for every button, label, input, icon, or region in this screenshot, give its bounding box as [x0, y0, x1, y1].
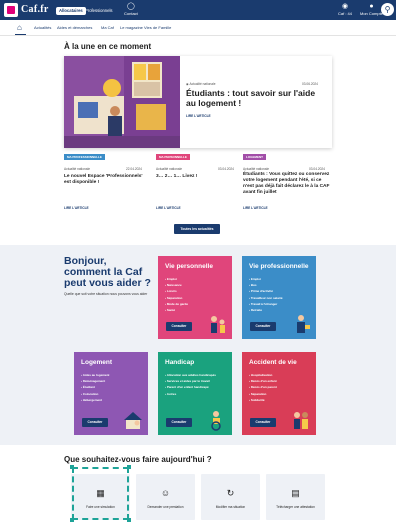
document-icon: ▤: [291, 488, 300, 498]
action-label: Modifier ma situation: [215, 505, 246, 509]
top-header: Caf.fr Allocataires Professionnels ◯ Con…: [0, 0, 396, 20]
card-tag: MA PROFESSIONNELLE: [64, 154, 105, 160]
tile-link[interactable]: Santé: [165, 307, 188, 313]
tile-vie-professionnelle[interactable]: Vie professionnelle Emploi Bus Prime d'a…: [242, 256, 316, 339]
refresh-icon: ↻: [226, 488, 235, 498]
featured-article[interactable]: ◉ Actualité nationale 03.06.2024 Étudian…: [64, 56, 332, 148]
news-card[interactable]: MA PERSONNELLE Actualité nationale 03.04…: [156, 154, 240, 214]
sub-navigation: ⌂ Actualités Aides et démarches Ma Caf L…: [0, 20, 396, 36]
tile-title: Vie personnelle: [165, 263, 213, 270]
tile-title: Handicap: [165, 359, 195, 366]
subnav-aides-demarches[interactable]: Aides et démarches: [57, 25, 92, 30]
news-card[interactable]: MA PROFESSIONNELLE Actualité nationale 2…: [64, 154, 148, 214]
card-meta: Actualité nationale: [156, 167, 183, 171]
tile-link[interactable]: Hébergement: [81, 397, 109, 403]
home-icon[interactable]: ⌂: [15, 23, 26, 35]
pin-icon: ◉: [186, 82, 189, 86]
focus-highlight: [72, 467, 129, 520]
tile-link[interactable]: Travailleur non salarié: [249, 295, 283, 301]
card-title[interactable]: 3… 2… 1… Livez !: [156, 174, 240, 180]
card-title[interactable]: Étudiants : Vous quittez ou conservez vo…: [243, 172, 332, 196]
featured-date: 03.06.2024: [302, 82, 318, 86]
person-icon: ☺: [160, 488, 171, 498]
tile-link[interactable]: Parent d'un enfant handicapé: [165, 384, 216, 390]
account-link[interactable]: ● Mon Compte: [360, 3, 383, 16]
consult-button[interactable]: Consulter: [166, 322, 192, 331]
contact-label: Contact: [124, 11, 138, 16]
consult-button[interactable]: Consulter: [82, 418, 108, 427]
chat-icon: ◯: [126, 3, 135, 10]
tile-title: Accident de vie: [249, 359, 297, 366]
profiles-subtext: Quelle que soit votre situation nous pou…: [64, 292, 148, 296]
card-date: 03.04.2024: [218, 167, 234, 171]
card-date: 03.04.2024: [309, 167, 325, 171]
subnav-magazine[interactable]: Le magazine Vies de Famille: [120, 25, 171, 30]
tile-link[interactable]: Décès d'un parent: [249, 384, 277, 390]
featured-title[interactable]: Étudiants : tout savoir sur l'aide au lo…: [186, 88, 326, 108]
brand-name[interactable]: Caf.fr: [21, 4, 49, 15]
focus-corner: [127, 518, 131, 522]
consult-button[interactable]: Consulter: [250, 322, 276, 331]
card-meta: Actualité nationale: [64, 167, 91, 171]
tile-logement[interactable]: Logement Aides au logement Déménagement …: [74, 352, 148, 435]
search-icon: ⚲: [384, 5, 391, 14]
tab-professionnels[interactable]: Professionnels: [82, 7, 115, 15]
couple-illustration: [294, 412, 308, 429]
family-illustration: [211, 316, 225, 333]
featured-meta-label: Actualité nationale: [189, 82, 216, 86]
subnav-ma-caf[interactable]: Ma Caf: [101, 25, 114, 30]
action-label: Télécharger une attestation: [276, 505, 315, 509]
tile-link[interactable]: Autres: [165, 391, 216, 397]
card-read-more[interactable]: LIRE L'ARTICLE: [243, 206, 268, 210]
caf-logo[interactable]: [4, 3, 18, 17]
tile-vie-personnelle[interactable]: Vie personnelle Emploi Naissance Loisirs…: [158, 256, 232, 339]
region-label: Caf : 44: [338, 11, 353, 16]
card-read-more[interactable]: LIRE L'ARTICLE: [156, 206, 181, 210]
action-prestation[interactable]: ☺ Demander une prestation: [136, 474, 195, 520]
tile-link[interactable]: Solidarité: [249, 397, 277, 403]
contact-link[interactable]: ◯ Contact: [124, 3, 138, 16]
account-label: Mon Compte: [360, 11, 383, 16]
action-label: Demander une prestation: [147, 505, 184, 509]
action-attestation[interactable]: ▤ Télécharger une attestation: [266, 474, 325, 520]
card-read-more[interactable]: LIRE L'ARTICLE: [64, 206, 89, 210]
wheelchair-illustration: [211, 411, 221, 431]
map-pin-icon: ◉: [341, 3, 349, 10]
card-tag: MA PERSONNELLE: [156, 154, 190, 160]
focus-corner: [127, 465, 131, 469]
news-card[interactable]: LOGEMENT Actualité nationale 03.04.2024 …: [243, 154, 332, 214]
today-heading: Que souhaitez-vous faire aujourd'hui ?: [64, 455, 212, 464]
une-heading: À la une en ce moment: [64, 42, 152, 51]
focus-corner: [70, 465, 74, 469]
tile-title: Vie professionnelle: [249, 263, 309, 270]
card-meta: Actualité nationale: [243, 167, 270, 171]
action-modifier-situation[interactable]: ↻ Modifier ma situation: [201, 474, 260, 520]
tile-handicap[interactable]: Handicap Allocation aux adultes handicap…: [158, 352, 232, 435]
tile-link[interactable]: Retraite: [249, 307, 283, 313]
tile-title: Logement: [81, 359, 113, 366]
home-illustration: [124, 412, 142, 429]
region-link[interactable]: ◉ Caf : 44: [338, 3, 352, 16]
card-date: 22.04.2024: [126, 167, 142, 171]
card-tag: LOGEMENT: [243, 154, 266, 160]
featured-read-more[interactable]: LIRE L'ARTICLE: [186, 114, 211, 118]
featured-illustration: [64, 56, 180, 148]
worker-illustration: [297, 315, 310, 333]
search-button[interactable]: ⚲: [381, 3, 394, 16]
tile-accident-de-vie[interactable]: Accident de vie Hospitalisation Décès d'…: [242, 352, 316, 435]
card-title[interactable]: Le nouvel Espace 'Professionnels' est di…: [64, 174, 148, 186]
focus-corner: [70, 518, 74, 522]
profiles-heading: Bonjour, comment la Caf peut vous aider …: [64, 255, 151, 289]
consult-button[interactable]: Consulter: [166, 418, 192, 427]
consult-button[interactable]: Consulter: [250, 418, 276, 427]
subnav-actualites[interactable]: Actualités: [34, 25, 51, 30]
all-news-button[interactable]: Toutes les actualités: [174, 224, 220, 234]
featured-meta: ◉ Actualité nationale: [186, 82, 216, 86]
user-icon: ●: [369, 3, 374, 10]
